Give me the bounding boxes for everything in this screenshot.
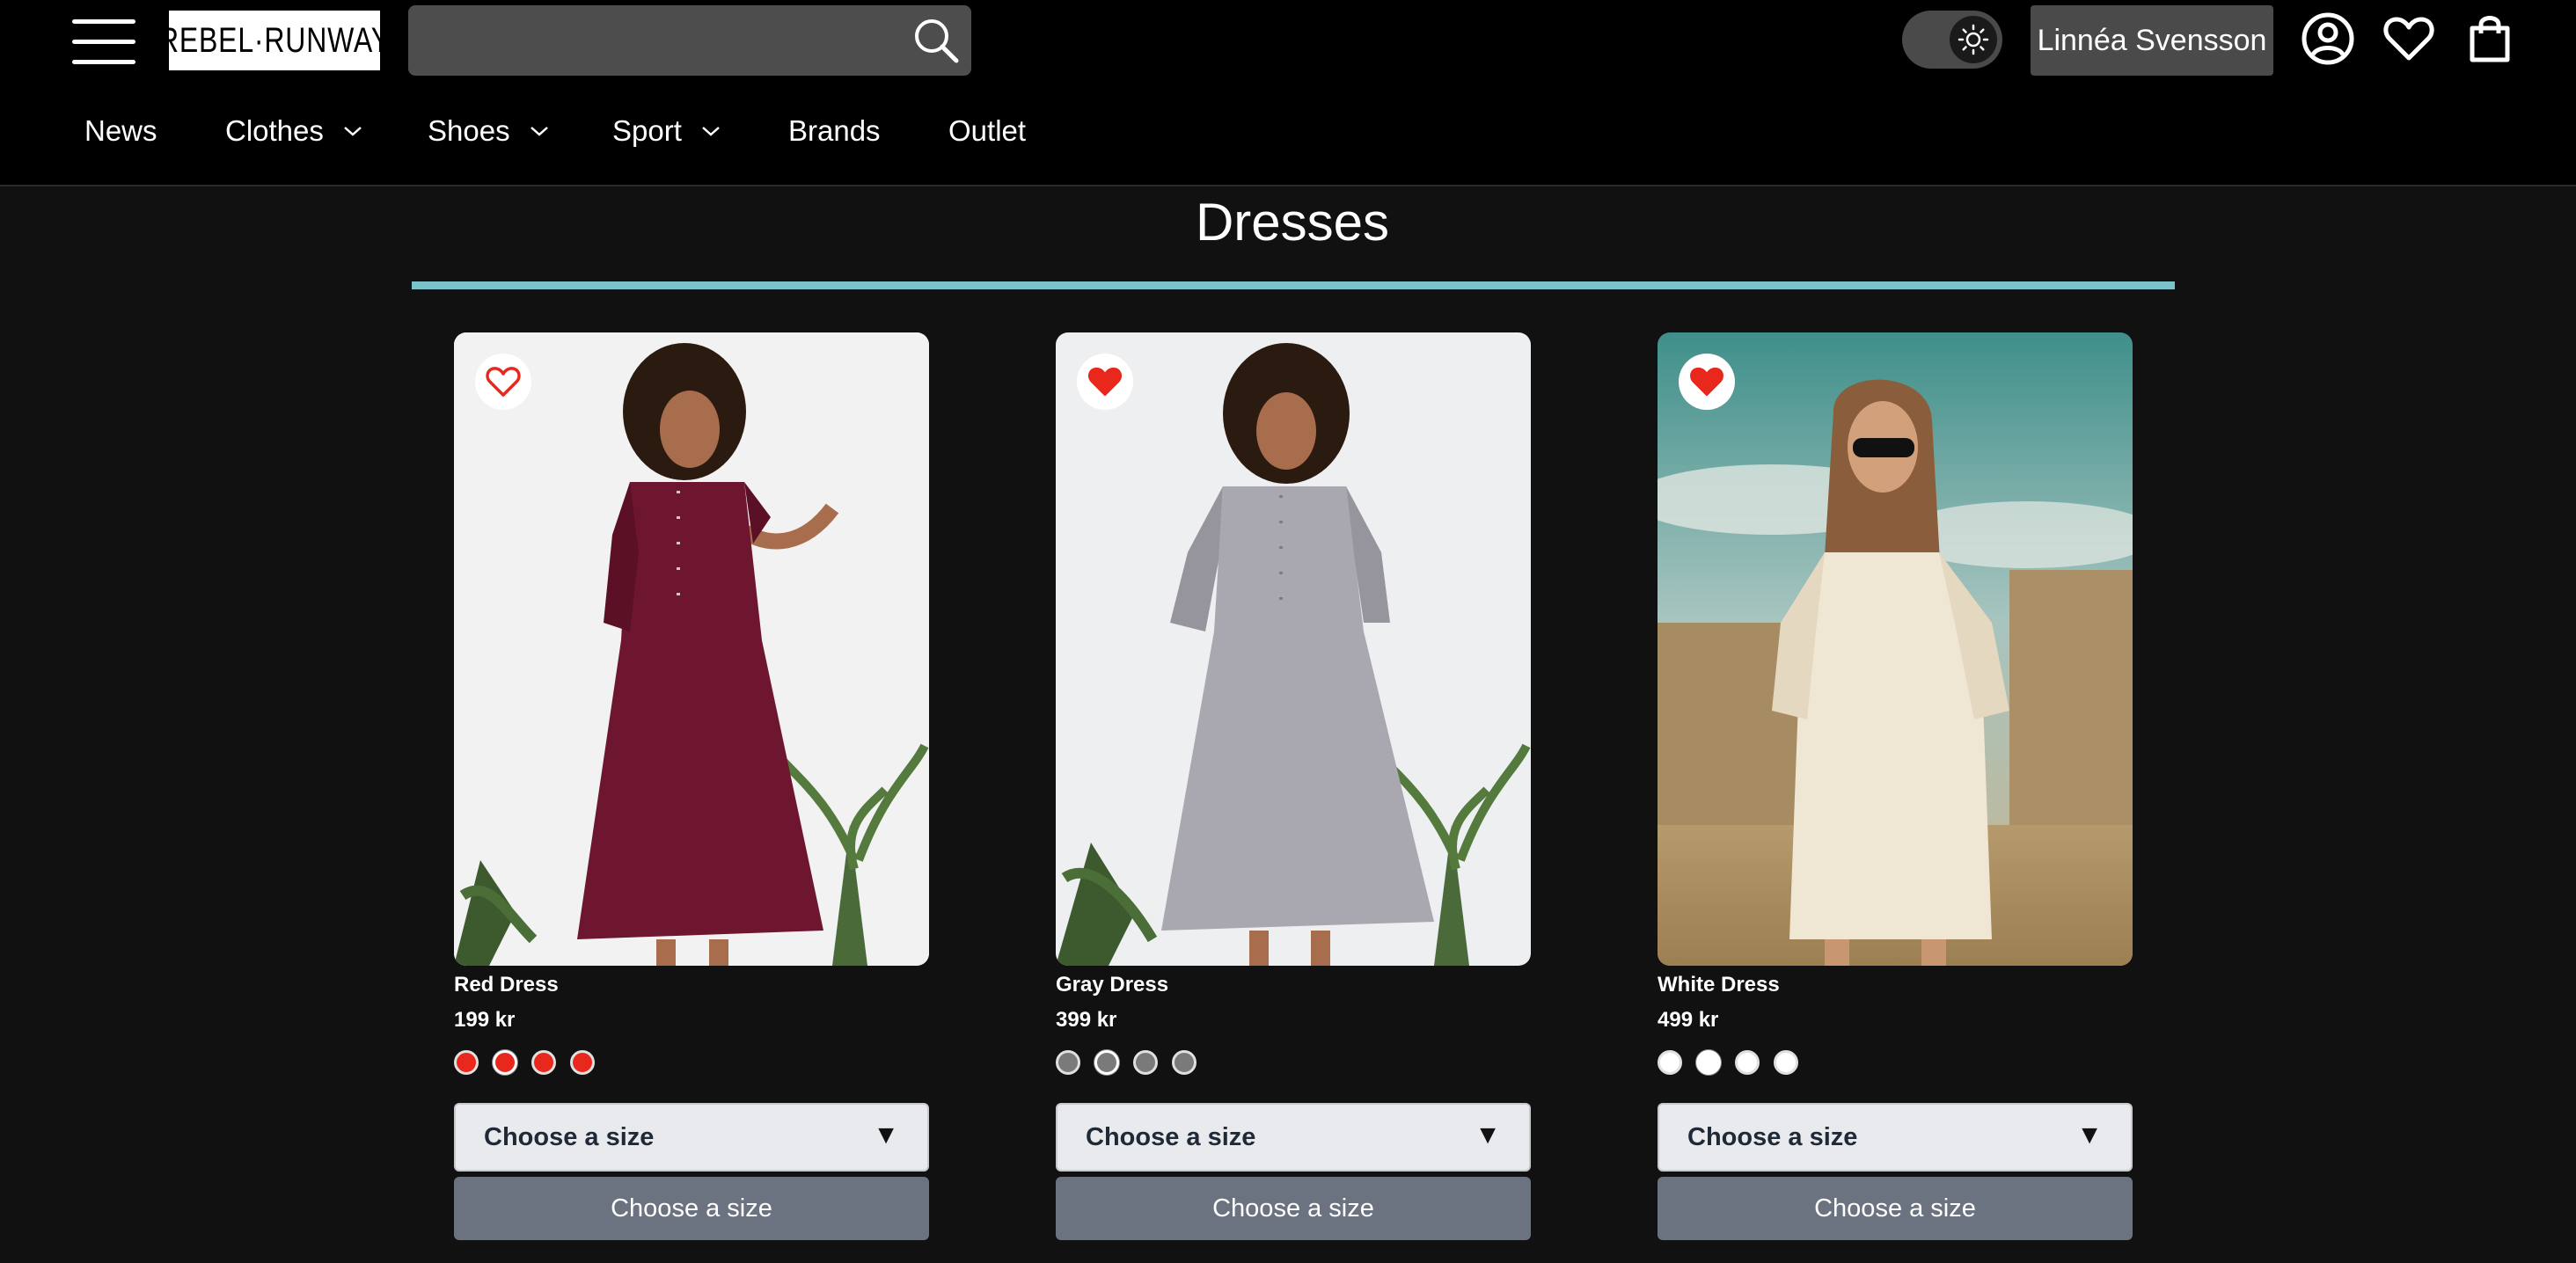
- nav-item-outlet[interactable]: Outlet: [948, 114, 1026, 148]
- logo[interactable]: REBEL·RUNWAY: [158, 11, 390, 70]
- product-image[interactable]: [1056, 332, 1531, 966]
- color-swatch[interactable]: [1094, 1050, 1119, 1075]
- product-name[interactable]: White Dress: [1658, 973, 1780, 997]
- title-divider: [412, 281, 2175, 289]
- logo-text: REBEL·RUNWAY: [158, 20, 391, 60]
- account-icon[interactable]: [2300, 11, 2356, 67]
- color-swatch[interactable]: [1696, 1050, 1721, 1075]
- heart-icon[interactable]: [2381, 11, 2437, 67]
- search-bar: [408, 5, 971, 76]
- nav-shoes-label: Shoes: [428, 114, 510, 147]
- choose-size-button[interactable]: Choose a size: [1658, 1177, 2133, 1240]
- search-input[interactable]: [426, 14, 901, 67]
- color-swatch[interactable]: [1133, 1050, 1158, 1075]
- caret-down-icon: ▼: [873, 1121, 899, 1150]
- choose-size-button[interactable]: Choose a size: [1056, 1177, 1531, 1240]
- size-select-label: Choose a size: [484, 1122, 655, 1151]
- favorite-button[interactable]: [1077, 354, 1133, 410]
- chevron-down-icon: [530, 127, 548, 136]
- choose-size-button[interactable]: Choose a size: [454, 1177, 929, 1240]
- heart-filled-icon: [1689, 367, 1724, 397]
- nav-sport-label: Sport: [612, 114, 682, 147]
- heart-filled-icon: [1087, 367, 1123, 397]
- size-select[interactable]: Choose a size ▼: [1658, 1103, 2133, 1172]
- product-image[interactable]: [1658, 332, 2133, 966]
- site-header: REBEL·RUNWAY Linnéa Svensson News Clothe…: [0, 0, 2576, 186]
- color-swatch[interactable]: [1735, 1050, 1760, 1075]
- nav-news-label: News: [84, 114, 157, 147]
- nav-item-clothes[interactable]: Clothes: [225, 114, 362, 148]
- product-price: 499 kr: [1658, 1008, 1719, 1032]
- size-select[interactable]: Choose a size ▼: [1056, 1103, 1531, 1172]
- nav-outlet-label: Outlet: [948, 114, 1027, 147]
- color-swatch[interactable]: [531, 1050, 556, 1075]
- favorite-button[interactable]: [1679, 354, 1735, 410]
- caret-down-icon: ▼: [1475, 1121, 1501, 1150]
- page-title: Dresses: [1195, 193, 1390, 252]
- menu-icon[interactable]: [72, 18, 135, 67]
- product-price: 399 kr: [1056, 1008, 1117, 1032]
- heart-outline-icon: [486, 367, 521, 397]
- theme-toggle[interactable]: [1902, 11, 2002, 69]
- color-swatch[interactable]: [1056, 1050, 1080, 1075]
- color-swatch[interactable]: [493, 1050, 517, 1075]
- product-name[interactable]: Gray Dress: [1056, 973, 1168, 997]
- size-select-label: Choose a size: [1086, 1122, 1256, 1151]
- color-swatch[interactable]: [570, 1050, 595, 1075]
- chevron-down-icon: [702, 127, 720, 136]
- color-swatch[interactable]: [1774, 1050, 1798, 1075]
- shopping-bag-icon[interactable]: [2462, 11, 2518, 67]
- chevron-down-icon: [344, 127, 362, 136]
- size-select[interactable]: Choose a size ▼: [454, 1103, 929, 1172]
- favorite-button[interactable]: [475, 354, 531, 410]
- nav-item-sport[interactable]: Sport: [612, 114, 721, 148]
- nav-clothes-label: Clothes: [225, 114, 324, 147]
- nav-item-shoes[interactable]: Shoes: [428, 114, 549, 148]
- product-image[interactable]: [454, 332, 929, 966]
- color-swatch[interactable]: [1658, 1050, 1682, 1075]
- size-select-label: Choose a size: [1687, 1122, 1858, 1151]
- nav-item-news[interactable]: News: [84, 114, 157, 148]
- color-swatch[interactable]: [1172, 1050, 1197, 1075]
- caret-down-icon: ▼: [2076, 1121, 2103, 1150]
- product-price: 199 kr: [454, 1008, 516, 1032]
- user-name-button[interactable]: Linnéa Svensson: [2031, 5, 2273, 76]
- nav-item-brands[interactable]: Brands: [788, 114, 881, 148]
- nav-brands-label: Brands: [788, 114, 881, 147]
- product-name[interactable]: Red Dress: [454, 973, 559, 997]
- search-icon[interactable]: [911, 16, 961, 65]
- color-swatch[interactable]: [454, 1050, 479, 1075]
- sun-icon: [1958, 24, 1989, 55]
